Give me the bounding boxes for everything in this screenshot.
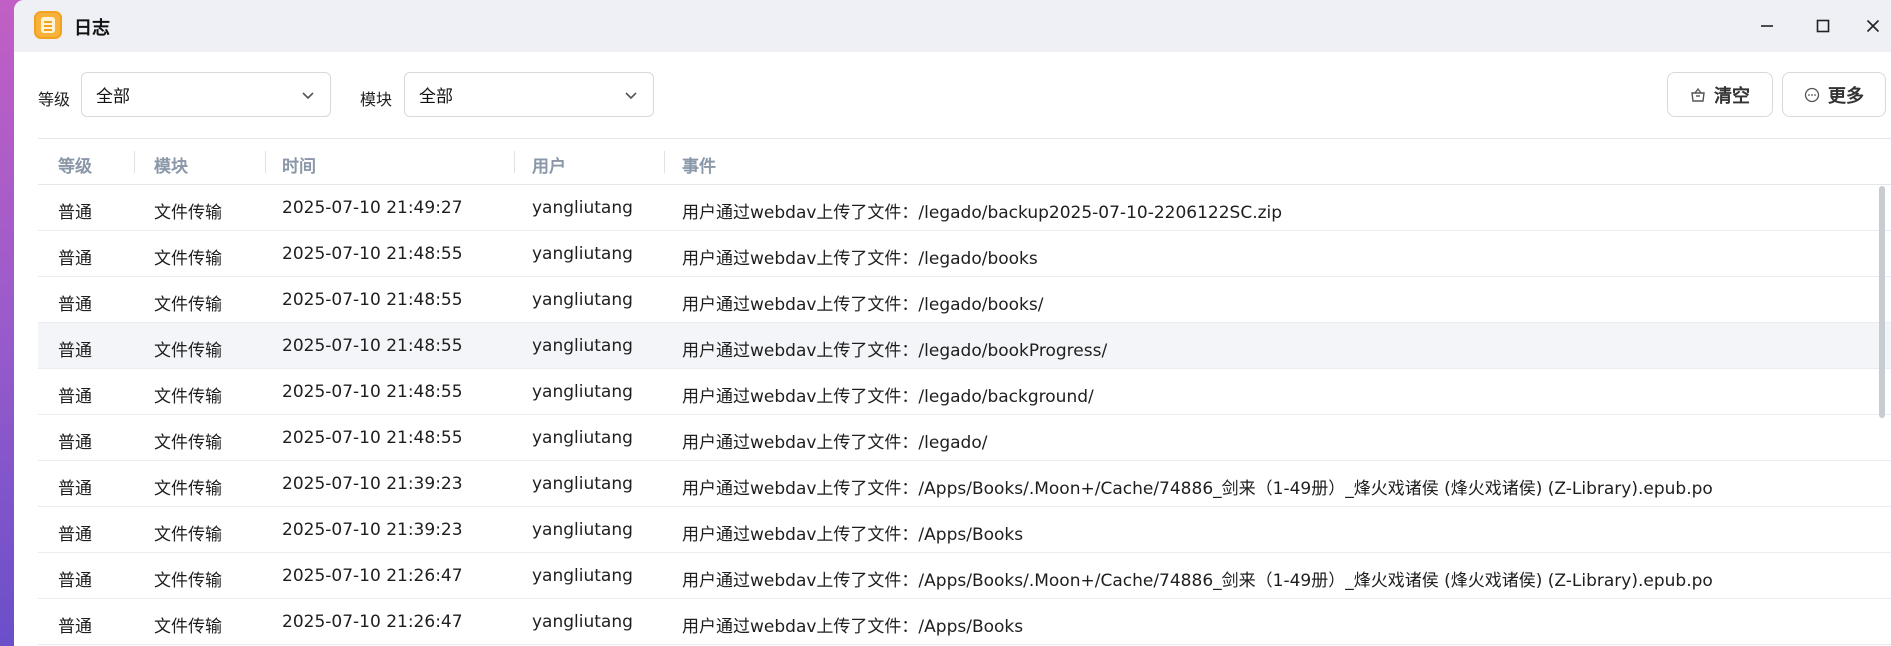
cell-event: 用户通过webdav上传了文件：/Apps/Books <box>682 525 1024 545</box>
column-header-user[interactable]: 用户 <box>532 152 566 177</box>
column-divider[interactable] <box>265 151 266 173</box>
table-row[interactable]: 普通 文件传输 2025-07-10 21:48:55 yangliutang 用户通过… <box>38 231 1891 277</box>
level-filter-select[interactable]: 全部 <box>81 72 331 117</box>
module-filter-label: 模块 <box>360 90 393 109</box>
table-row[interactable]: 普通 文件传输 2025-07-10 21:48:55 yangliutang 用户通过… <box>38 415 1891 461</box>
cell-event: 用户通过webdav上传了文件：/legado/background/ <box>682 387 1094 407</box>
cell-event: 用户通过webdav上传了文件：/legado/books <box>682 249 1038 269</box>
log-window: 日志 等级 全部 模块 全部 清空 更多 等级 模块 时间 用户 事件 普通 文… <box>14 0 1891 646</box>
cell-level: 普通 <box>58 479 92 499</box>
cell-level: 普通 <box>58 525 92 545</box>
module-filter-select[interactable]: 全部 <box>404 72 654 117</box>
cell-user: yangliutang <box>532 428 633 448</box>
vertical-scrollbar[interactable] <box>1879 186 1885 418</box>
cell-event: 用户通过webdav上传了文件：/legado/ <box>682 433 988 453</box>
cell-time: 2025-07-10 21:48:55 <box>282 290 463 310</box>
cell-level: 普通 <box>58 341 92 361</box>
table-header: 等级 模块 时间 用户 事件 <box>38 138 1891 185</box>
cell-user: yangliutang <box>532 474 633 494</box>
log-app-icon <box>34 11 62 39</box>
column-header-module[interactable]: 模块 <box>154 152 188 177</box>
cell-module: 文件传输 <box>154 525 222 545</box>
filter-toolbar: 等级 全部 模块 全部 清空 更多 <box>14 72 1891 118</box>
table-row[interactable]: 普通 文件传输 2025-07-10 21:39:23 yangliutang 用户通过… <box>38 461 1891 507</box>
maximize-button[interactable] <box>1806 10 1840 42</box>
table-row[interactable]: 普通 文件传输 2025-07-10 21:48:55 yangliutang 用户通过… <box>38 277 1891 323</box>
table-row[interactable]: 普通 文件传输 2025-07-10 21:49:27 yangliutang 用户通过… <box>38 185 1891 231</box>
cell-module: 文件传输 <box>154 203 222 223</box>
cell-module: 文件传输 <box>154 571 222 591</box>
table-row[interactable]: 普通 文件传输 2025-07-10 21:26:47 yangliutang 用户通过… <box>38 553 1891 599</box>
column-divider[interactable] <box>664 151 665 173</box>
table-row[interactable]: 普通 文件传输 2025-07-10 21:48:55 yangliutang 用户通过… <box>38 369 1891 415</box>
cell-time: 2025-07-10 21:48:55 <box>282 336 463 356</box>
window-title: 日志 <box>74 18 110 39</box>
cell-event: 用户通过webdav上传了文件：/legado/books/ <box>682 295 1044 315</box>
cell-time: 2025-07-10 21:26:47 <box>282 612 463 632</box>
column-header-event[interactable]: 事件 <box>682 152 716 177</box>
log-table: 等级 模块 时间 用户 事件 普通 文件传输 2025-07-10 21:49:27… <box>38 138 1891 646</box>
cell-module: 文件传输 <box>154 295 222 315</box>
cell-event: 用户通过webdav上传了文件：/Apps/Books <box>682 617 1024 637</box>
cell-module: 文件传输 <box>154 479 222 499</box>
cell-level: 普通 <box>58 387 92 407</box>
chevron-down-icon <box>625 92 637 100</box>
maximize-icon <box>1816 19 1830 33</box>
cell-level: 普通 <box>58 571 92 591</box>
basket-icon <box>1691 87 1705 102</box>
cell-user: yangliutang <box>532 198 633 218</box>
cell-user: yangliutang <box>532 382 633 402</box>
cell-module: 文件传输 <box>154 387 222 407</box>
column-divider[interactable] <box>514 151 515 173</box>
column-divider[interactable] <box>134 151 135 173</box>
cell-level: 普通 <box>58 249 92 269</box>
cell-level: 普通 <box>58 617 92 637</box>
table-row[interactable]: 普通 文件传输 2025-07-10 21:39:23 yangliutang 用户通过… <box>38 507 1891 553</box>
cell-time: 2025-07-10 21:48:55 <box>282 244 463 264</box>
table-row[interactable]: 普通 文件传输 2025-07-10 21:48:55 yangliutang 用户通过… <box>38 323 1891 369</box>
cell-user: yangliutang <box>532 566 633 586</box>
module-filter-value: 全部 <box>419 87 453 107</box>
table-body: 普通 文件传输 2025-07-10 21:49:27 yangliutang 用户通过… <box>38 185 1891 645</box>
close-icon <box>1866 19 1880 33</box>
close-button[interactable] <box>1856 10 1890 42</box>
chevron-down-icon <box>302 92 314 100</box>
cell-event: 用户通过webdav上传了文件：/legado/bookProgress/ <box>682 341 1108 361</box>
more-button-label: 更多 <box>1828 85 1864 107</box>
clear-button[interactable]: 清空 <box>1667 72 1773 117</box>
cell-user: yangliutang <box>532 336 633 356</box>
cell-time: 2025-07-10 21:49:27 <box>282 198 463 218</box>
minimize-icon <box>1761 25 1773 27</box>
cell-module: 文件传输 <box>154 341 222 361</box>
level-filter-label: 等级 <box>38 90 71 109</box>
cell-time: 2025-07-10 21:39:23 <box>282 520 463 540</box>
cell-event: 用户通过webdav上传了文件：/Apps/Books/.Moon+/Cache… <box>682 571 1713 591</box>
minimize-button[interactable] <box>1750 10 1784 42</box>
cell-time: 2025-07-10 21:26:47 <box>282 566 463 586</box>
cell-user: yangliutang <box>532 612 633 632</box>
cell-level: 普通 <box>58 295 92 315</box>
cell-module: 文件传输 <box>154 433 222 453</box>
table-row[interactable]: 普通 文件传输 2025-07-10 21:26:47 yangliutang 用户通过… <box>38 599 1891 645</box>
column-header-time[interactable]: 时间 <box>282 152 316 177</box>
cell-event: 用户通过webdav上传了文件：/Apps/Books/.Moon+/Cache… <box>682 479 1713 499</box>
clear-button-label: 清空 <box>1714 85 1750 107</box>
more-button[interactable]: 更多 <box>1782 72 1886 117</box>
cell-user: yangliutang <box>532 244 633 264</box>
cell-user: yangliutang <box>532 290 633 310</box>
cell-level: 普通 <box>58 203 92 223</box>
title-bar: 日志 <box>14 0 1891 52</box>
cell-level: 普通 <box>58 433 92 453</box>
cell-module: 文件传输 <box>154 617 222 637</box>
cell-module: 文件传输 <box>154 249 222 269</box>
more-dots-icon <box>1804 87 1820 102</box>
cell-time: 2025-07-10 21:39:23 <box>282 474 463 494</box>
cell-event: 用户通过webdav上传了文件：/legado/backup2025-07-10… <box>682 203 1283 223</box>
cell-time: 2025-07-10 21:48:55 <box>282 428 463 448</box>
cell-user: yangliutang <box>532 520 633 540</box>
level-filter-value: 全部 <box>96 87 130 107</box>
column-header-level[interactable]: 等级 <box>58 152 92 177</box>
cell-time: 2025-07-10 21:48:55 <box>282 382 463 402</box>
